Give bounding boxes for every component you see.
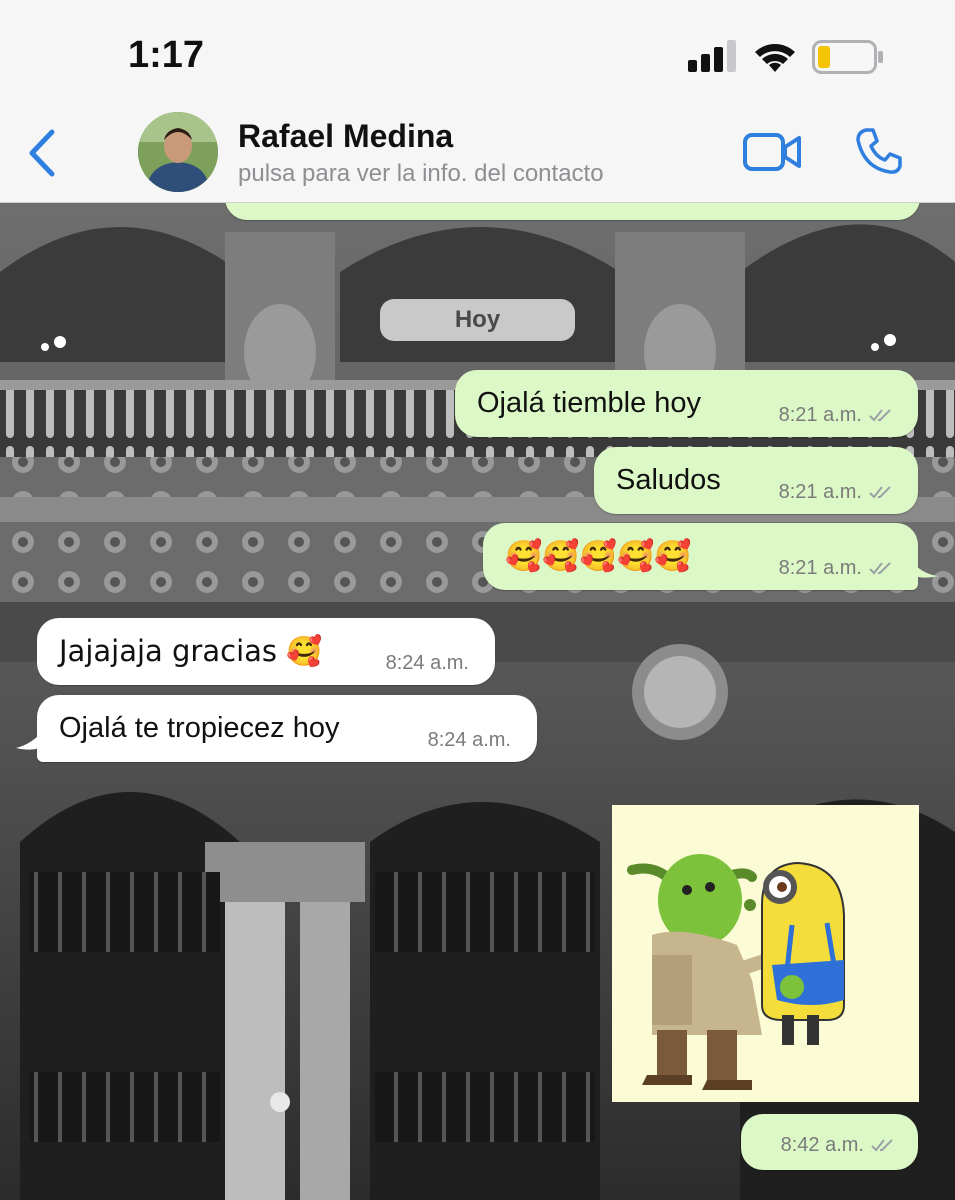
read-ticks-icon [869, 486, 891, 499]
message-bubble-outgoing[interactable]: 🥰🥰🥰🥰🥰 8:21 a.m. [483, 523, 918, 590]
chat-header: 1:17 Rafael Medina pulsa para ver la inf… [0, 0, 955, 203]
message-bubble-partial[interactable] [225, 202, 920, 220]
avatar[interactable] [138, 112, 218, 192]
message-text: 🥰🥰🥰🥰🥰 [505, 538, 692, 574]
wifi-icon [755, 44, 795, 72]
message-bubble-incoming[interactable]: Ojalá te tropiecez hoy 8:24 a.m. [37, 695, 537, 762]
message-timestamp: 8:24 a.m. [385, 652, 469, 674]
cellular-signal-icon [688, 40, 736, 72]
chevron-left-icon[interactable] [24, 128, 60, 178]
message-bubble-incoming[interactable]: Jajajaja gracias 🥰 8:24 a.m. [37, 618, 495, 685]
message-timestamp: 8:21 a.m. [779, 557, 894, 580]
read-ticks-icon [871, 1139, 893, 1152]
message-timestamp: 8:21 a.m. [779, 481, 894, 504]
read-ticks-icon [869, 562, 891, 575]
sticker-image [627, 854, 845, 1090]
message-text: Saludos [616, 463, 721, 496]
sticker-message[interactable] [612, 805, 919, 1102]
message-bubble-outgoing[interactable]: Ojalá tiemble hoy 8:21 a.m. [455, 370, 918, 437]
message-text: Jajajaja gracias 🥰 [59, 633, 323, 668]
message-text: Ojalá te tropiecez hoy [59, 711, 340, 744]
video-camera-icon[interactable] [742, 130, 802, 174]
bubble-tail [910, 560, 938, 578]
message-timestamp: 8:21 a.m. [779, 404, 894, 427]
chat-area[interactable]: Hoy Ojalá tiemble hoy 8:21 a.m. Saludos … [0, 202, 955, 1200]
bubble-tail [16, 730, 44, 750]
message-timestamp: 8:42 a.m. [781, 1134, 896, 1157]
status-time: 1:17 [128, 34, 205, 76]
battery-low-icon [812, 40, 883, 74]
contact-info-hint[interactable]: pulsa para ver la info. del contacto [238, 160, 604, 188]
message-bubble-outgoing[interactable]: 8:42 a.m. [741, 1114, 918, 1170]
phone-icon[interactable] [854, 126, 904, 176]
message-bubble-outgoing[interactable]: Saludos 8:21 a.m. [594, 447, 918, 514]
read-ticks-icon [869, 409, 891, 422]
date-separator: Hoy [380, 299, 575, 341]
message-text: Ojalá tiemble hoy [477, 386, 702, 419]
contact-name[interactable]: Rafael Medina [238, 118, 453, 155]
message-timestamp: 8:24 a.m. [427, 729, 511, 751]
